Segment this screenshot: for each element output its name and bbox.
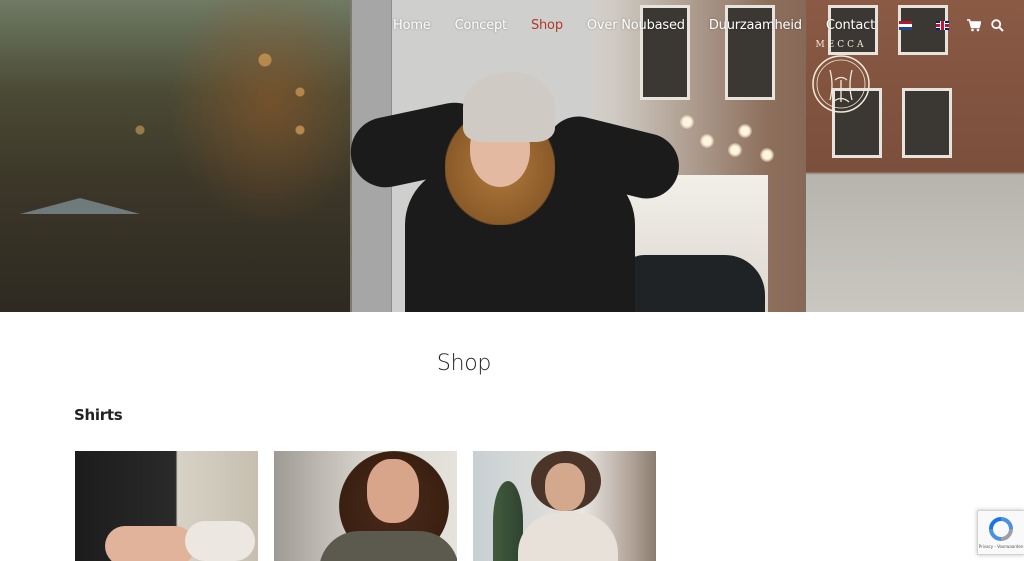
recaptcha-text: Privacy - Voorwaarden [978,544,1024,549]
product-image-3[interactable] [473,451,656,561]
lightbulb [700,134,714,148]
nav-item-contact[interactable]: Contact [826,18,875,33]
product-photo-detail [319,531,457,561]
lightbulb [728,143,742,157]
product-photo-detail [518,513,618,561]
lightbulb [680,115,694,129]
logo-text: MECCA [815,40,867,50]
section-title-shirts: Shirts [74,406,123,424]
search-icon[interactable] [991,19,1004,32]
nl-flag-icon[interactable] [899,21,912,30]
nav-item-home[interactable]: Home [393,18,431,33]
product-image-1[interactable] [75,451,258,561]
product-grid [75,451,656,561]
nav-item-duurzaamheid[interactable]: Duurzaamheid [709,18,802,33]
model-photo [344,70,686,312]
recaptcha-icon [989,517,1013,541]
model-beanie [463,72,555,142]
tree-reflection [150,0,350,250]
product-photo-detail [185,521,255,561]
nav-item-concept[interactable]: Concept [455,18,508,33]
en-flag-icon[interactable] [936,21,949,30]
lightbulb [760,148,774,162]
main-navigation: Home Concept Shop Over Noubased Duurzaam… [369,18,1004,33]
product-photo-detail [105,526,195,561]
product-image-2[interactable] [274,451,457,561]
product-photo-detail [367,459,419,523]
logo-emblem-icon [812,55,870,113]
cart-icon[interactable] [967,19,981,32]
product-photo-detail [545,463,585,511]
nav-item-shop[interactable]: Shop [531,18,563,33]
nav-item-over-noubased[interactable]: Over Noubased [587,18,685,33]
recaptcha-badge[interactable]: Privacy - Voorwaarden [977,510,1024,555]
lightbulb [738,124,752,138]
page-title: Shop [436,351,492,376]
building-window [902,88,952,158]
site-logo[interactable]: MECCA [808,40,874,120]
